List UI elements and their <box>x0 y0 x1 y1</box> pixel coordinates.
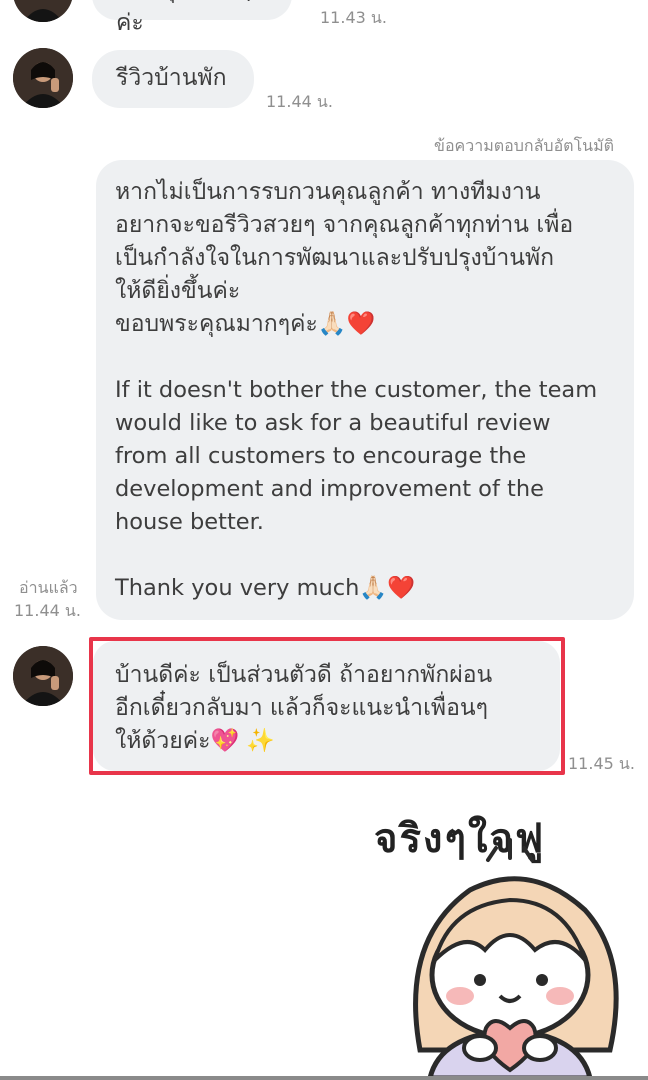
message-text: รีวิวบ้านพัก <box>116 65 227 91</box>
avatar[interactable] <box>13 0 73 22</box>
bottom-divider <box>0 1076 648 1080</box>
auto-reply-thanks-text: Thank you very much🙏🏻❤️ <box>115 575 416 601</box>
message-time: 11.44 น. <box>14 601 81 620</box>
auto-reply-english-text: If it doesn't bother the customer, the t… <box>115 377 598 535</box>
message-time: 11.44 น. <box>266 92 333 111</box>
message-bubble-outgoing[interactable]: หากไม่เป็นการรบกวนคุณลูกค้า ทางทีมงาน อย… <box>96 160 634 620</box>
avatar[interactable] <box>13 646 73 706</box>
read-receipt: อ่านแล้ว <box>19 578 78 597</box>
avatar[interactable] <box>13 48 73 108</box>
sticker-image[interactable]: จริงๆใจฟู <box>360 800 640 1078</box>
highlight-box <box>89 637 565 775</box>
message-bubble-incoming[interactable]: รีวิวบ้านพัก <box>92 50 254 108</box>
message-time: 11.43 น. <box>320 8 387 27</box>
message-text: ขอบคุณมากๆค่ะ <box>116 0 251 36</box>
message-bubble-incoming[interactable]: ขอบคุณมากๆค่ะ <box>92 0 292 36</box>
auto-reply-label: ข้อความตอบกลับอัตโนมัติ <box>434 136 615 155</box>
message-time: 11.45 น. <box>568 754 635 773</box>
auto-reply-thai-text: หากไม่เป็นการรบกวนคุณลูกค้า ทางทีมงาน อย… <box>115 179 574 337</box>
